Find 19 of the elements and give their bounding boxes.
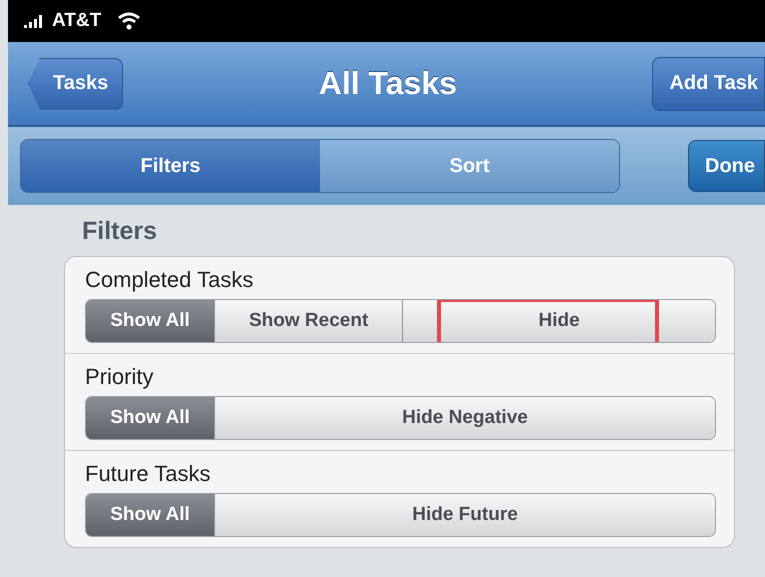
done-button[interactable]: Done [688, 140, 765, 192]
filter-label: Completed Tasks [85, 267, 254, 293]
filter-label: Priority [85, 364, 154, 390]
segment-tab[interactable]: Filters [21, 140, 320, 192]
filter-option[interactable]: Hide Negative [214, 397, 715, 439]
carrier-name: AT&T [52, 10, 102, 32]
filter-option[interactable]: Show All [86, 397, 214, 439]
filter-option[interactable]: Show Recent [214, 300, 402, 342]
segment-tab[interactable]: Sort [320, 140, 619, 192]
filter-option[interactable]: Hide Future [214, 494, 715, 536]
filter-option[interactable]: Show All [86, 300, 214, 342]
wifi-icon [117, 12, 142, 30]
back-button[interactable]: Tasks [28, 58, 124, 110]
section-title: Filters [82, 217, 158, 246]
filter-option[interactable]: Show All [86, 494, 214, 536]
filter-label: Future Tasks [85, 461, 212, 487]
add-task-button[interactable]: Add Task [652, 56, 765, 110]
filter-option[interactable]: Hide [402, 300, 715, 342]
screen-title: All Tasks [318, 65, 457, 102]
